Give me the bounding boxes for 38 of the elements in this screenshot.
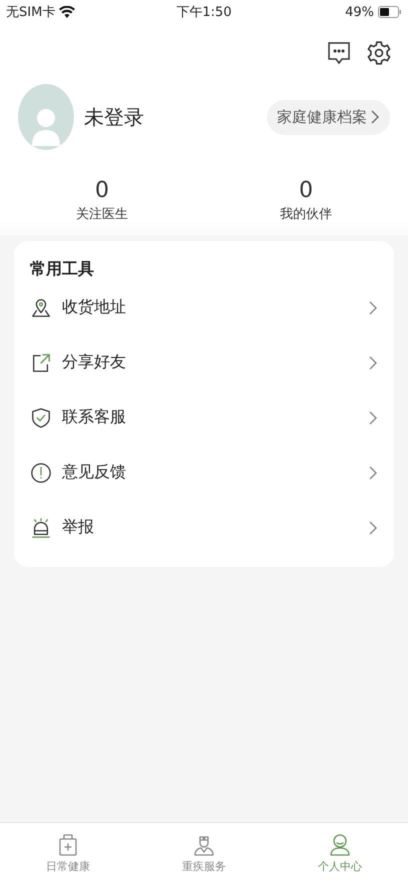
health-records-button[interactable]: 家庭健康档案 (267, 100, 390, 134)
menu-label: 举报 (62, 517, 95, 538)
alarm-light-icon (30, 516, 52, 538)
chevron-icon (368, 354, 378, 370)
battery-icon (378, 6, 402, 18)
stat-count[interactable]: 0 (95, 178, 109, 203)
chevron-icon (370, 109, 380, 125)
menu-label: 联系客服 (62, 407, 127, 428)
shield-check-icon (30, 406, 52, 428)
tab[interactable]: 日常健康 (0, 823, 136, 883)
wifi-icon (59, 6, 76, 18)
chevron-icon (368, 520, 378, 536)
stat-label[interactable]: 我的伙伴 (280, 205, 332, 223)
location-pin-icon (30, 296, 52, 318)
menu-item[interactable]: 联系客服 (30, 390, 378, 445)
time-label: 下午1:50 (176, 4, 232, 21)
settings-icon[interactable] (366, 40, 392, 66)
section-title: 常用工具 (30, 259, 95, 280)
stat-label[interactable]: 关注医生 (76, 205, 128, 223)
share-icon (30, 352, 52, 374)
exclamation-circle-icon (30, 462, 52, 484)
menu-item[interactable]: 收货地址 (30, 280, 378, 335)
menu-item[interactable]: 意见反馈 (30, 445, 378, 500)
menu-label: 收货地址 (62, 297, 127, 318)
carrier-label: 无SIM卡 (6, 4, 56, 21)
chevron-icon (368, 464, 378, 480)
menu-item[interactable]: 举报 (30, 500, 378, 555)
tab[interactable]: 重疾服务 (136, 823, 272, 883)
chevron-icon (368, 300, 378, 316)
menu-item[interactable]: 分享好友 (30, 335, 378, 390)
menu-label: 意见反馈 (62, 462, 127, 483)
stat-count[interactable]: 0 (299, 178, 313, 203)
battery-percent: 49% (345, 4, 374, 20)
person-icon (328, 832, 352, 856)
chevron-icon (368, 410, 378, 426)
message-icon[interactable] (326, 40, 352, 66)
menu-label: 分享好友 (62, 352, 127, 373)
login-status[interactable]: 未登录 (84, 104, 267, 130)
